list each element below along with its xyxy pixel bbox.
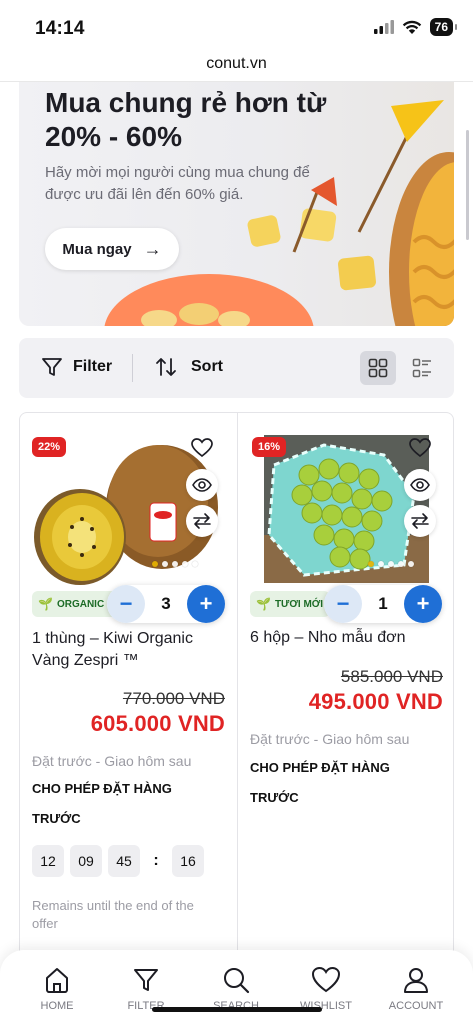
product-card[interactable]: 16% 🌱 TƯƠI MỚI − 1 + 6 hộp – Nho mẫu đơn… (238, 413, 453, 972)
image-carousel-dots[interactable] (152, 561, 198, 567)
buy-now-label: Mua ngay (62, 240, 132, 258)
increase-quantity-button[interactable]: + (187, 585, 225, 623)
grid-icon (368, 358, 388, 378)
countdown-days: 12 (32, 845, 64, 877)
status-bar: 14:14 76 (0, 0, 473, 50)
nav-home-label: HOME (40, 1000, 74, 1012)
compare-button[interactable] (404, 505, 436, 537)
quick-view-button[interactable] (186, 469, 218, 501)
filter-label: Filter (73, 358, 113, 375)
preorder-label: CHO PHÉP ĐẶT HÀNG TRƯỚC (32, 781, 172, 826)
hero-subtitle: Hãy mời mọi người cùng mua chung để được… (45, 164, 310, 203)
filter-button[interactable]: Filter (41, 356, 112, 378)
product-name[interactable]: 1 thùng – Kiwi Organic Vàng Zespri ™ (32, 628, 227, 672)
compare-icon (193, 513, 211, 529)
bottom-navigation: HOME FILTER SEARCH WISHLIST ACCOUNT (0, 950, 473, 1024)
list-icon (412, 358, 431, 378)
quantity-stepper: − 3 + (107, 585, 225, 623)
hero-title: Mua chung rẻ hơn từ 20% - 60% (45, 87, 327, 152)
sale-price: 605.000 VND (90, 711, 225, 736)
product-card[interactable]: 22% 🌱 ORGANIC − 3 + 1 thùng – Kiwi Organ… (20, 413, 237, 972)
leaf-icon: 🌱 (38, 597, 53, 611)
wifi-icon (402, 20, 421, 34)
offer-remains-note: Remains until the end of the offer (32, 898, 194, 931)
filter-icon (42, 358, 62, 376)
heart-icon (409, 438, 431, 458)
quick-view-button[interactable] (404, 469, 436, 501)
product-name[interactable]: 6 hộp – Nho mẫu đơn (250, 627, 445, 649)
grid-view-button[interactable] (360, 351, 396, 385)
filter-sort-toolbar: Filter Sort (19, 338, 454, 398)
quantity-stepper: − 1 + (324, 585, 442, 623)
quantity-value[interactable]: 3 (145, 585, 187, 623)
user-icon (404, 968, 428, 993)
nav-account[interactable]: ACCOUNT (376, 966, 456, 1012)
shipping-info: Đặt trước - Giao hôm sau (250, 731, 410, 747)
status-icons: 76 (373, 18, 458, 36)
countdown-hours: 09 (70, 845, 102, 877)
countdown-timer: 12 09 45 : 16 (32, 845, 204, 877)
arrow-right-icon: → (143, 238, 162, 259)
decrease-quantity-button[interactable]: − (324, 585, 362, 623)
wishlist-button[interactable] (407, 435, 433, 461)
address-bar[interactable]: conut.vn (0, 50, 473, 82)
home-icon (46, 968, 68, 993)
wishlist-button[interactable] (189, 435, 215, 461)
countdown-separator: : (153, 852, 159, 869)
eye-icon (410, 478, 430, 492)
nav-search[interactable]: SEARCH (196, 966, 276, 1012)
hero-banner: Mua chung rẻ hơn từ 20% - 60% Hãy mời mọ… (19, 82, 454, 326)
old-price: 770.000 VND (122, 689, 225, 708)
toolbar-divider (132, 354, 133, 382)
nav-wishlist[interactable]: WISHLIST (286, 966, 366, 1012)
status-time: 14:14 (35, 18, 85, 39)
home-indicator[interactable] (152, 1007, 322, 1012)
increase-quantity-button[interactable]: + (404, 585, 442, 623)
signal-icon (373, 20, 394, 34)
sort-icon (156, 358, 176, 376)
product-tag-label: TƯƠI MỚI (274, 598, 324, 610)
decrease-quantity-button[interactable]: − (107, 585, 145, 623)
preorder-label: CHO PHÉP ĐẶT HÀNG TRƯỚC (250, 760, 390, 805)
buy-now-button[interactable]: Mua ngay → (45, 228, 179, 270)
shipping-info: Đặt trước - Giao hôm sau (32, 753, 192, 769)
battery-indicator: 76 (429, 18, 458, 36)
image-carousel-dots[interactable] (368, 561, 414, 567)
compare-button[interactable] (186, 505, 218, 537)
product-grid: 22% 🌱 ORGANIC − 3 + 1 thùng – Kiwi Organ… (19, 412, 454, 972)
nav-filter[interactable]: FILTER (106, 966, 186, 1012)
quantity-value[interactable]: 1 (362, 585, 404, 623)
scrollbar[interactable] (466, 130, 469, 240)
leaf-icon: 🌱 (256, 597, 271, 611)
heart-icon (191, 438, 213, 458)
product-tag-label: ORGANIC (56, 598, 105, 610)
sale-price: 495.000 VND (308, 689, 443, 714)
discount-badge: 16% (252, 437, 287, 457)
discount-badge: 22% (32, 437, 67, 457)
sort-button[interactable]: Sort (155, 356, 223, 378)
product-tag: 🌱 TƯƠI MỚI (250, 591, 330, 617)
countdown-minutes: 45 (108, 845, 140, 877)
heart-icon (311, 966, 341, 993)
nav-home[interactable]: HOME (17, 966, 97, 1012)
list-view-button[interactable] (404, 351, 440, 385)
eye-icon (192, 478, 212, 492)
compare-icon (411, 513, 429, 529)
countdown-seconds: 16 (172, 845, 204, 877)
search-icon (224, 968, 250, 994)
old-price: 585.000 VND (340, 667, 443, 686)
sort-label: Sort (191, 358, 223, 375)
filter-icon (134, 969, 158, 991)
nav-account-label: ACCOUNT (388, 1000, 444, 1012)
